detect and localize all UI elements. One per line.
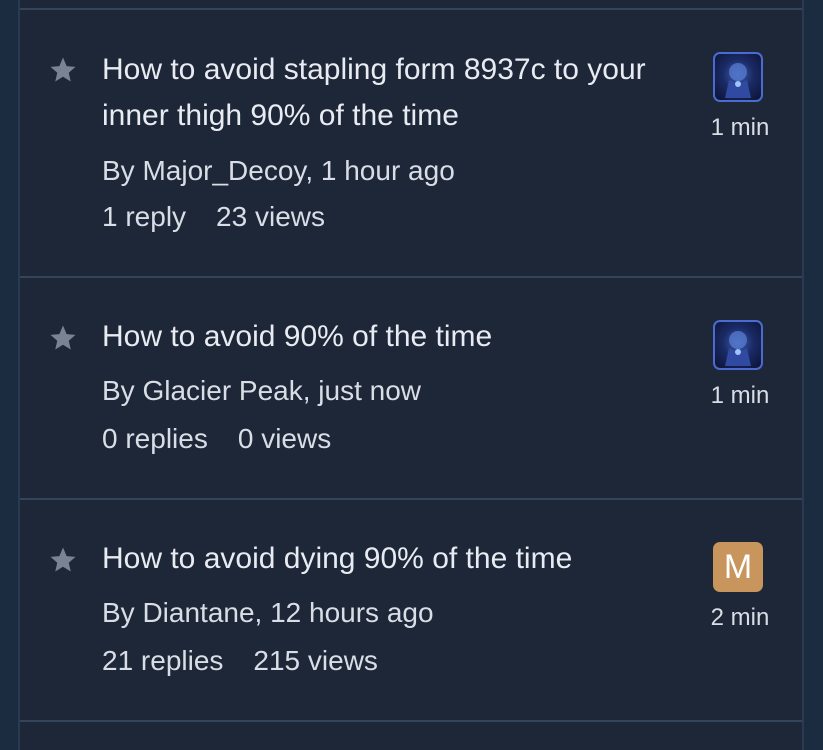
- topic-stats: 21 replies 215 views: [102, 643, 378, 679]
- topic-stats: 1 reply 23 views: [102, 199, 325, 235]
- avatar[interactable]: [713, 52, 763, 102]
- last-activity-time: 1 min: [710, 382, 770, 409]
- topic-row[interactable]: How to avoid 90% of the time By Glacier …: [20, 278, 802, 498]
- topic-title[interactable]: How to avoid dying 90% of the time: [102, 536, 662, 582]
- star-icon[interactable]: [48, 55, 78, 85]
- topic-title[interactable]: How to avoid 90% of the time: [102, 314, 662, 360]
- avatar-letter: M: [723, 548, 753, 586]
- topic-byline: By Major_Decoy, 1 hour ago: [102, 155, 455, 186]
- topic-stats: 0 replies 0 views: [102, 421, 331, 457]
- app-frame: How to avoid stapling form 8937c to your…: [0, 0, 823, 750]
- topic-title[interactable]: How to avoid stapling form 8937c to your…: [102, 47, 662, 139]
- view-count: 23 views: [216, 201, 325, 232]
- reply-count: 21 replies: [102, 645, 224, 676]
- topic-byline: By Glacier Peak, just now: [102, 375, 422, 406]
- avatar[interactable]: M: [713, 542, 763, 592]
- reply-count: 0 replies: [102, 423, 208, 454]
- view-count: 215 views: [253, 645, 378, 676]
- last-activity-time: 1 min: [710, 114, 770, 141]
- avatar[interactable]: [713, 320, 763, 370]
- star-icon[interactable]: [48, 323, 78, 353]
- view-count: 0 views: [237, 423, 332, 454]
- star-icon[interactable]: [48, 545, 78, 575]
- topic-list: How to avoid stapling form 8937c to your…: [18, 0, 804, 750]
- topic-byline: By Diantane, 12 hours ago: [102, 597, 434, 628]
- topic-row[interactable]: How to avoid stapling form 8937c to your…: [20, 10, 802, 276]
- last-activity-time: 2 min: [710, 604, 770, 631]
- reply-count: 1 reply: [102, 201, 187, 232]
- topic-row[interactable]: How to avoid dying 90% of the time By Di…: [20, 500, 802, 720]
- divider: [20, 720, 802, 722]
